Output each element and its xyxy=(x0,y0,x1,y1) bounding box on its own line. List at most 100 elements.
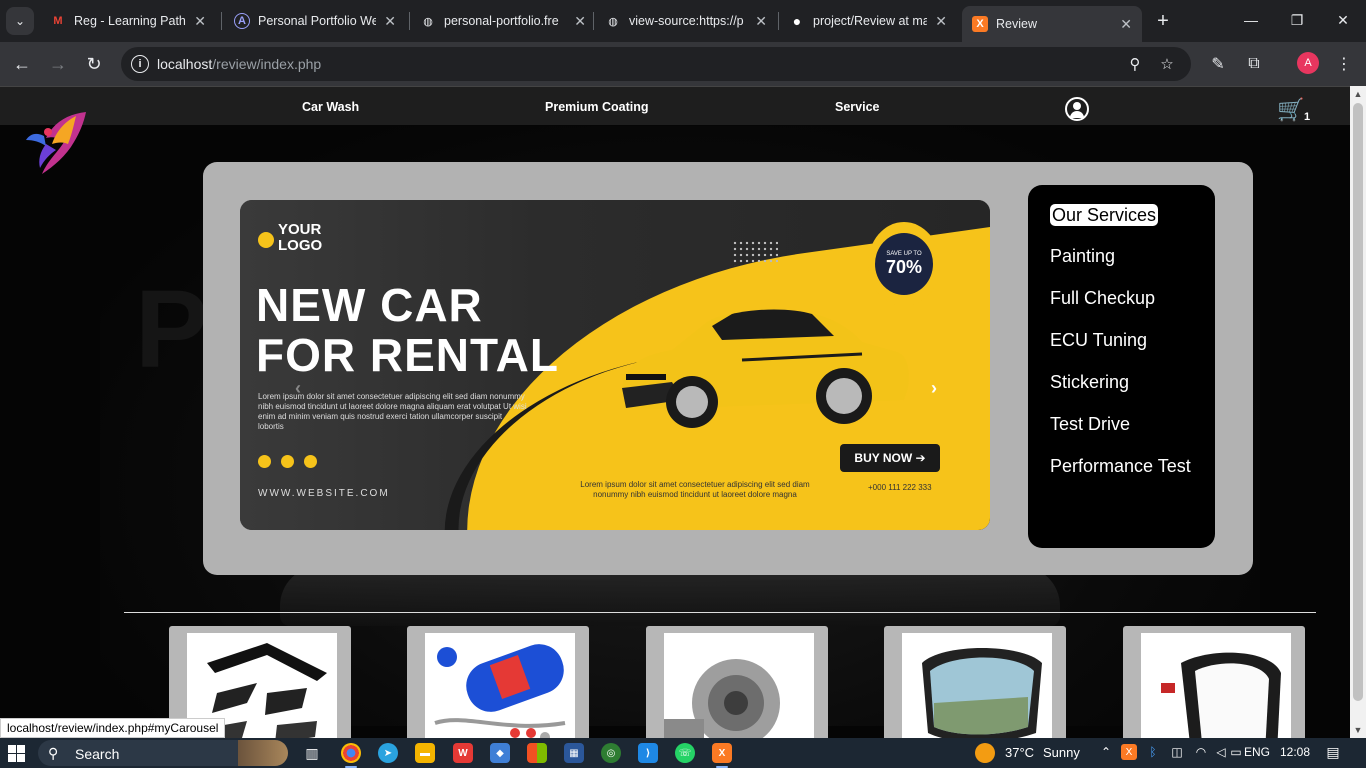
file-explorer-icon[interactable]: ▬ xyxy=(415,743,435,763)
notification-center-icon[interactable]: ▤ xyxy=(1325,744,1341,760)
tab-title: view-source:https://p xyxy=(629,14,744,28)
section-divider xyxy=(124,612,1316,613)
windows-start-icon[interactable] xyxy=(8,745,25,762)
url-path: /review/index.php xyxy=(212,56,322,72)
close-icon[interactable]: ✕ xyxy=(755,13,767,30)
back-arrow-icon[interactable]: ← xyxy=(8,50,36,78)
weather-temperature[interactable]: 37°C xyxy=(1005,745,1034,760)
scroll-up-arrow-icon[interactable]: ▲ xyxy=(1350,86,1366,102)
profile-avatar[interactable]: A xyxy=(1297,52,1319,74)
link-status-bubble: localhost/review/index.php#myCarousel xyxy=(0,718,226,738)
chrome-icon[interactable] xyxy=(341,743,361,768)
services-panel: Our Services Painting Full Checkup ECU T… xyxy=(1028,185,1215,548)
banner-footer-text: Lorem ipsum dolor sit amet consectetuer … xyxy=(580,480,810,499)
tab-github[interactable]: ● project/Review at ma ✕ xyxy=(779,6,957,36)
xampp-tray-icon[interactable]: X xyxy=(1121,744,1137,760)
banner-title-line2: FOR RENTAL xyxy=(256,329,560,381)
service-painting[interactable]: Painting xyxy=(1050,246,1115,267)
tab-title: Reg - Learning Paths | xyxy=(74,14,186,28)
forward-arrow-icon[interactable]: → xyxy=(44,50,72,78)
banner-logo-dot xyxy=(258,232,274,248)
tab-separator xyxy=(221,12,222,30)
browser-toolbar: ← → ↻ i localhost/review/index.php ⚲ ☆ ✎… xyxy=(0,42,1366,86)
telegram-icon[interactable]: ➤ xyxy=(378,743,398,763)
reload-icon[interactable]: ↻ xyxy=(80,50,108,78)
url-text[interactable]: localhost/review/index.php xyxy=(157,56,321,72)
volume-icon[interactable]: ◁ xyxy=(1213,744,1229,760)
outlook-icon[interactable]: ▦ xyxy=(564,743,584,763)
xbox-icon[interactable]: ◎ xyxy=(601,743,621,763)
eyedropper-icon[interactable]: ✎ xyxy=(1206,52,1230,76)
image-carousel[interactable]: YOUR LOGO NEW CAR FOR RENTAL Lorem ipsum… xyxy=(240,200,990,530)
wifi-icon[interactable]: ◠ xyxy=(1193,744,1209,760)
service-test-drive[interactable]: Test Drive xyxy=(1050,414,1130,435)
tab-gmail[interactable]: M Reg - Learning Paths | ✕ xyxy=(40,6,216,36)
tab-review-active[interactable]: X Review ✕ xyxy=(962,6,1142,42)
new-tab-icon[interactable]: + xyxy=(1150,8,1176,34)
close-icon[interactable]: ✕ xyxy=(935,13,947,30)
weather-sun-icon[interactable] xyxy=(975,743,995,763)
nav-premium-coating[interactable]: Premium Coating xyxy=(545,100,649,114)
tab-title: project/Review at ma xyxy=(813,14,928,28)
user-account-icon[interactable] xyxy=(1065,97,1089,121)
product-card-side-mirror[interactable] xyxy=(1123,626,1305,738)
product-image xyxy=(1141,633,1291,738)
tab-portfolio-site[interactable]: ◍ personal-portfolio.fre ✕ xyxy=(410,6,596,36)
battery-icon[interactable]: ▭ xyxy=(1228,744,1244,760)
clock-time[interactable]: 12:08 xyxy=(1280,745,1310,759)
nav-service[interactable]: Service xyxy=(835,100,879,114)
close-icon[interactable]: ✕ xyxy=(384,13,396,30)
bluetooth-icon[interactable]: ᛒ xyxy=(1145,744,1161,760)
minimize-icon[interactable]: — xyxy=(1228,0,1274,40)
close-icon[interactable]: ✕ xyxy=(574,13,586,30)
language-indicator[interactable]: ENG xyxy=(1244,745,1270,759)
taskbar-search-box[interactable]: ⚲ Search xyxy=(38,740,288,766)
carousel-prev-chevron-icon[interactable]: ‹ xyxy=(288,376,308,400)
weather-condition[interactable]: Sunny xyxy=(1043,745,1080,760)
service-full-checkup[interactable]: Full Checkup xyxy=(1050,288,1155,309)
banner-title: NEW CAR FOR RENTAL xyxy=(256,280,559,380)
site-info-icon[interactable]: i xyxy=(131,55,149,73)
buy-now-button[interactable]: BUY NOW ➔ xyxy=(840,444,940,472)
yellow-car-image xyxy=(622,309,909,428)
service-performance-test[interactable]: Performance Test xyxy=(1050,456,1191,477)
window-close-icon[interactable]: ✕ xyxy=(1320,0,1366,40)
restore-icon[interactable]: ❐ xyxy=(1274,0,1320,40)
service-ecu-tuning[interactable]: ECU Tuning xyxy=(1050,330,1147,351)
globe-icon: ◍ xyxy=(423,15,433,28)
zoom-icon[interactable]: ⚲ xyxy=(1125,54,1145,74)
microsoft-store-icon[interactable] xyxy=(527,743,547,763)
banner-dot-grid xyxy=(732,240,778,266)
product-card-turbocharger[interactable] xyxy=(646,626,828,738)
camera-icon[interactable]: ◫ xyxy=(1169,744,1185,760)
bird-logo-icon[interactable] xyxy=(24,108,90,180)
brave-icon[interactable]: W xyxy=(453,743,473,763)
address-bar[interactable]: i localhost/review/index.php ⚲ ☆ xyxy=(121,47,1191,81)
tab-search-button[interactable]: ⌄ xyxy=(6,7,34,35)
product-image xyxy=(664,633,814,738)
bookmark-star-icon[interactable]: ☆ xyxy=(1157,54,1177,74)
show-hidden-icons-chevron-icon[interactable]: ⌃ xyxy=(1098,744,1114,760)
banner-website: WWW.WEBSITE.COM xyxy=(258,488,390,499)
scroll-thumb[interactable] xyxy=(1353,103,1363,701)
nav-car-wash[interactable]: Car Wash xyxy=(302,100,359,114)
page-scrollbar[interactable]: ▲ ▼ xyxy=(1350,86,1366,738)
whatsapp-icon[interactable]: ☏ xyxy=(675,743,695,763)
close-icon[interactable]: ✕ xyxy=(1120,16,1132,33)
tab-portfolio[interactable]: A Personal Portfolio We ✕ xyxy=(224,6,406,36)
scroll-down-arrow-icon[interactable]: ▼ xyxy=(1350,722,1366,738)
task-view-icon[interactable]: ▥ xyxy=(302,743,322,763)
product-card-mirror-glass[interactable] xyxy=(884,626,1066,738)
extensions-icon[interactable]: ⧉ xyxy=(1242,52,1266,76)
xampp-taskbar-icon[interactable]: X xyxy=(712,743,732,768)
close-icon[interactable]: ✕ xyxy=(194,13,206,30)
tab-view-source[interactable]: ◍ view-source:https://p ✕ xyxy=(595,6,777,36)
product-card-nos-bottle[interactable] xyxy=(407,626,589,738)
banner-phone: +000 111 222 333 xyxy=(868,483,932,492)
vscode-icon[interactable]: ⟩ xyxy=(638,743,658,763)
service-stickering[interactable]: Stickering xyxy=(1050,372,1129,393)
cube-app-icon[interactable]: ◆ xyxy=(490,743,510,763)
carousel-next-chevron-icon[interactable]: › xyxy=(924,376,944,400)
browser-menu-icon[interactable]: ⋮ xyxy=(1332,52,1356,76)
cart-icon[interactable]: 🛒 xyxy=(1277,99,1304,121)
